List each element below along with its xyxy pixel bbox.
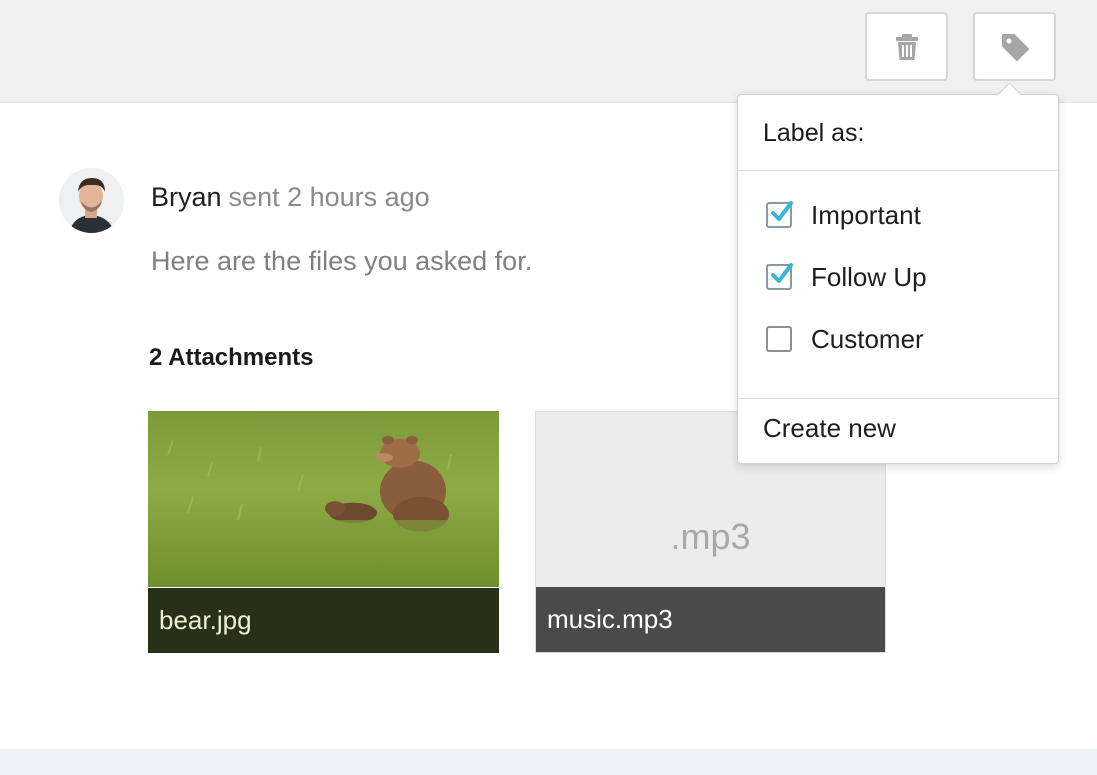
message-header: Bryan sent 2 hours ago: [151, 182, 430, 213]
bear-thumbnail: [148, 411, 499, 587]
tag-icon: [1001, 33, 1029, 61]
footer-strip: [0, 749, 1097, 775]
delete-button[interactable]: [865, 12, 948, 81]
label-option-follow-up[interactable]: Follow Up: [766, 257, 927, 297]
toolbar: [0, 0, 1097, 103]
file-extension: .mp3: [670, 516, 751, 557]
check-icon: [771, 201, 793, 221]
message-time: sent 2 hours ago: [228, 182, 430, 212]
checkbox-follow-up[interactable]: [766, 263, 793, 290]
label-button[interactable]: [973, 12, 1056, 81]
create-new-label-button[interactable]: Create new: [763, 413, 896, 444]
trash-icon: [895, 33, 918, 60]
label-text: Customer: [811, 323, 924, 354]
attachments-heading: 2 Attachments: [149, 344, 314, 371]
attachment-name: music.mp3: [536, 587, 885, 652]
label-text: Important: [811, 199, 921, 230]
label-option-important[interactable]: Important: [766, 195, 921, 235]
checkbox-customer[interactable]: [766, 326, 792, 352]
checkbox-important[interactable]: [766, 201, 793, 228]
menu-divider: [738, 398, 1058, 399]
avatar[interactable]: [59, 168, 124, 233]
label-option-customer[interactable]: Customer: [766, 319, 924, 359]
check-icon: [771, 263, 793, 283]
label-text: Follow Up: [811, 261, 927, 292]
sender-name[interactable]: Bryan: [151, 182, 222, 212]
attachment-card-image[interactable]: bear.jpg: [148, 411, 499, 653]
label-menu: Label as: Important Follow Up Customer C…: [737, 94, 1059, 464]
label-menu-title: Label as:: [763, 119, 865, 147]
attachment-name: bear.jpg: [148, 588, 499, 653]
message-body: Here are the files you asked for.: [151, 246, 533, 276]
menu-divider: [738, 170, 1058, 171]
